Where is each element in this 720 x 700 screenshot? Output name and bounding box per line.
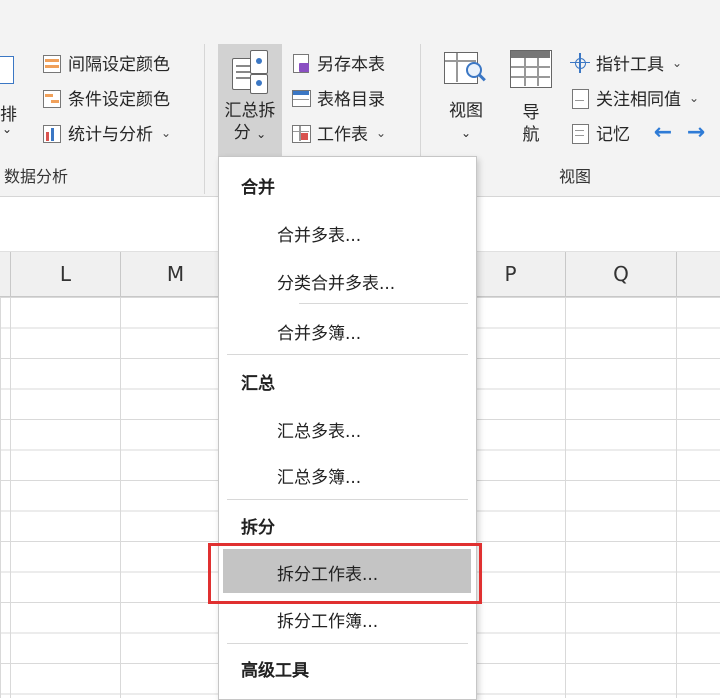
column-header-q[interactable]: Q (566, 252, 677, 296)
cut-off-icon (0, 56, 14, 84)
merge-split-label-line2: 分 ⌄ (233, 123, 267, 143)
chevron-down-icon: ⌄ (460, 126, 472, 140)
condition-color-icon (42, 88, 62, 108)
pointer-tool-label: 指针工具 (596, 55, 664, 75)
column-header-m[interactable]: M (121, 252, 231, 296)
condition-color-label: 条件设定颜色 (68, 90, 170, 110)
menu-item-summarize-workbooks[interactable]: 汇总多簿... (277, 463, 361, 488)
menu-item-split-workbook[interactable]: 拆分工作簿... (277, 607, 378, 632)
grid-line (120, 297, 121, 698)
merge-split-button[interactable]: 汇总拆 分 ⌄ (218, 44, 282, 156)
interval-color-icon (42, 53, 62, 73)
pointer-tool-icon (570, 52, 590, 73)
focus-same-value-label: 关注相同值 (596, 90, 681, 110)
memory-label: 记忆 (596, 125, 630, 145)
grid-line (565, 297, 566, 698)
navigation-icon (510, 50, 552, 88)
statistics-button[interactable]: 统计与分析 ⌄ (42, 120, 171, 145)
menu-divider (227, 643, 468, 644)
group-label-data-analysis: 数据分析 (4, 167, 69, 186)
navigation-button[interactable]: 导 航 (506, 48, 556, 148)
menu-divider (299, 303, 468, 304)
menu-divider (227, 354, 468, 355)
merge-split-label-line1: 汇总拆 (224, 101, 276, 121)
focus-same-value-button[interactable]: 关注相同值 ⌄ (570, 85, 699, 110)
memory-icon (570, 123, 590, 144)
menu-section-merge: 合并 (241, 178, 275, 198)
navigation-label-line1: 导 (522, 103, 540, 123)
ribbon-separator (204, 44, 205, 194)
table-catalog-icon (291, 88, 311, 108)
save-sheet-button[interactable]: 另存本表 (291, 50, 385, 75)
chevron-down-icon: ⌄ (376, 125, 387, 140)
save-sheet-label: 另存本表 (317, 55, 385, 75)
grid-line (10, 297, 11, 698)
menu-section-split: 拆分 (241, 518, 275, 538)
table-catalog-button[interactable]: 表格目录 (291, 85, 385, 110)
view-button[interactable]: 视图 ⌄ (440, 48, 492, 148)
statistics-icon (42, 123, 62, 143)
worksheet-icon (291, 123, 311, 143)
back-arrow-icon[interactable]: ← (651, 120, 675, 145)
grid-line (676, 297, 677, 698)
menu-item-classified-merge-sheets[interactable]: 分类合并多表... (277, 269, 395, 294)
group-label-view: 视图 (559, 167, 592, 186)
interval-color-label: 间隔设定颜色 (68, 55, 170, 75)
worksheet-button[interactable]: 工作表 ⌄ (291, 120, 386, 145)
save-sheet-icon (291, 53, 311, 73)
cut-off-chevron: ⌄ (2, 122, 13, 136)
chevron-down-icon: ⌄ (672, 55, 683, 70)
menu-item-merge-workbooks[interactable]: 合并多簿... (277, 319, 361, 344)
view-icon (444, 48, 486, 88)
chevron-down-icon: ⌄ (256, 127, 267, 141)
merge-split-dropdown-menu: 合并 合并多表... 分类合并多表... 合并多簿... 汇总 汇总多表... … (218, 156, 477, 700)
menu-divider (227, 499, 468, 500)
menu-section-summary: 汇总 (241, 374, 275, 394)
annotation-highlight-box (208, 543, 482, 604)
condition-color-button[interactable]: 条件设定颜色 (42, 85, 170, 110)
pointer-tool-button[interactable]: 指针工具 ⌄ (570, 50, 682, 75)
menu-section-advanced-tools: 高级工具 (241, 661, 309, 681)
merge-split-icon (230, 50, 270, 94)
menu-item-merge-sheets[interactable]: 合并多表... (277, 221, 361, 246)
cut-off-ribbon-button[interactable]: 排 ⌄ (0, 50, 22, 150)
column-header-partial[interactable] (0, 252, 11, 296)
navigation-label-line2: 航 (522, 125, 540, 145)
memory-button[interactable]: 记忆 (570, 120, 630, 145)
forward-arrow-icon[interactable]: → (684, 120, 708, 145)
chevron-down-icon: ⌄ (689, 90, 700, 105)
chevron-down-icon: ⌄ (161, 125, 172, 140)
table-catalog-label: 表格目录 (317, 90, 385, 110)
column-header-l[interactable]: L (11, 252, 121, 296)
interval-color-button[interactable]: 间隔设定颜色 (42, 50, 170, 75)
view-label: 视图 (449, 101, 483, 121)
statistics-label: 统计与分析 (68, 125, 153, 145)
worksheet-label: 工作表 (317, 125, 368, 145)
focus-same-value-icon (570, 88, 590, 109)
menu-item-summarize-sheets[interactable]: 汇总多表... (277, 417, 361, 442)
